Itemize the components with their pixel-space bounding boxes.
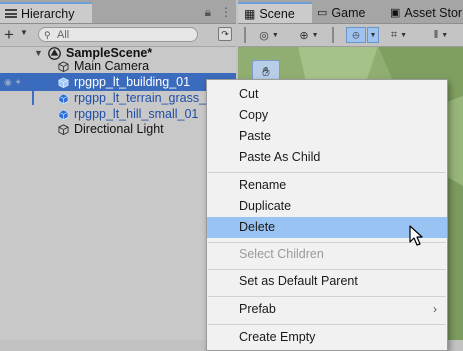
increment-dropdown[interactable]: ‖ ▼ bbox=[428, 27, 454, 43]
lock-icon[interactable]: 🔒︎ bbox=[205, 5, 211, 20]
more-options-icon[interactable]: ⋮ bbox=[220, 5, 232, 20]
tab-scene[interactable]: ▦ Scene bbox=[238, 2, 312, 23]
scene-grid-icon: ▦ bbox=[244, 6, 256, 21]
hierarchy-panel: Hierarchy 🔒︎ ⋮ + ▼ ⚲ ↷ ▼ SampleScene* Ma… bbox=[0, 0, 236, 340]
chevron-right-icon: › bbox=[433, 302, 437, 316]
hierarchy-item-label: rpgpp_lt_terrain_grass_01 bbox=[74, 91, 220, 105]
hierarchy-item-label: Main Camera bbox=[74, 59, 150, 73]
search-icon: ⚲ bbox=[44, 30, 51, 40]
game-controller-icon: ▭ bbox=[317, 7, 328, 19]
menu-item-create-empty[interactable]: Create Empty bbox=[207, 327, 447, 348]
mouse-cursor-icon bbox=[409, 225, 423, 246]
menu-item-copy[interactable]: Copy bbox=[207, 105, 447, 126]
tab-controls: 🔒︎ ⋮ bbox=[205, 5, 232, 20]
tab-game-label: Game bbox=[331, 5, 366, 20]
foldout-arrow-icon[interactable]: ▼ bbox=[34, 48, 44, 58]
chevron-down-icon: ▼ bbox=[400, 31, 408, 39]
gameobject-icon bbox=[58, 123, 69, 135]
hierarchy-item-label: Directional Light bbox=[74, 122, 164, 136]
hierarchy-item-label: rpgpp_lt_hill_small_01 bbox=[74, 107, 199, 121]
menu-icon bbox=[5, 9, 17, 18]
scene-toolbar: ◎ ▼ ⊕ ▼ ⦺ ▼ ⌗ ▼ ‖ ▼ bbox=[238, 24, 463, 47]
menu-item-select-children: Select Children bbox=[239, 247, 324, 261]
visibility-toggle-icon[interactable]: ◉ ✦ bbox=[0, 73, 28, 91]
prefab-icon bbox=[58, 93, 69, 104]
prefab-icon bbox=[58, 109, 69, 120]
add-icon[interactable]: + bbox=[4, 25, 14, 45]
menu-item-duplicate[interactable]: Duplicate bbox=[207, 196, 447, 217]
chevron-down-icon: ▼ bbox=[441, 31, 449, 39]
chevron-down-icon: ▼ bbox=[271, 31, 279, 39]
ruler-icon: ‖ bbox=[433, 29, 439, 41]
chevron-down-icon[interactable]: ▼ bbox=[367, 27, 379, 43]
add-dropdown-icon[interactable]: ▼ bbox=[20, 28, 28, 37]
prefab-icon bbox=[58, 77, 69, 88]
search-filter-icon[interactable]: ↷ bbox=[218, 27, 232, 41]
toolbar-grip-icon bbox=[244, 27, 250, 43]
scene-tab-bar: ▦ Scene ▭ Game ▣ Asset Stor bbox=[238, 0, 463, 24]
tab-game[interactable]: ▭ Game bbox=[317, 2, 365, 23]
gizmo-dropdown[interactable]: ⊕ ▼ bbox=[294, 27, 324, 43]
tab-hierarchy[interactable]: Hierarchy bbox=[0, 2, 92, 23]
search-input[interactable] bbox=[57, 28, 193, 41]
menu-item-paste[interactable]: Paste bbox=[207, 126, 447, 147]
selection-marker bbox=[32, 91, 34, 105]
draw-mode-dropdown[interactable]: ◎ ▼ bbox=[256, 27, 282, 43]
menu-item-set-default-parent[interactable]: Set as Default Parent bbox=[207, 271, 447, 292]
globe-icon: ⊕ bbox=[299, 29, 309, 42]
tab-hierarchy-label: Hierarchy bbox=[21, 6, 75, 21]
hierarchy-tab-bar: Hierarchy 🔒︎ ⋮ bbox=[0, 0, 236, 24]
tab-asset-store[interactable]: ▣ Asset Stor bbox=[390, 2, 462, 23]
grid-dropdown[interactable]: ⌗ ▼ bbox=[386, 27, 412, 43]
menu-item-prefab-label: Prefab bbox=[239, 302, 276, 316]
camera-icon: ◎ bbox=[259, 29, 269, 42]
toolbar-divider bbox=[332, 27, 338, 43]
hierarchy-item-label: rpgpp_lt_building_01 bbox=[74, 75, 191, 89]
menu-item-prefab[interactable]: Prefab › bbox=[207, 299, 447, 320]
snap-toggle-icon[interactable]: ⦺ bbox=[346, 27, 366, 43]
menu-item-cut[interactable]: Cut bbox=[207, 84, 447, 105]
tab-asset-store-label: Asset Stor bbox=[404, 5, 463, 20]
tab-scene-label: Scene bbox=[259, 6, 295, 21]
search-field[interactable]: ⚲ bbox=[38, 27, 198, 42]
context-menu: Cut Copy Paste Paste As Child Rename Dup… bbox=[206, 79, 448, 351]
chevron-down-icon: ▼ bbox=[311, 31, 319, 39]
menu-separator bbox=[208, 324, 446, 325]
grid-icon: ⌗ bbox=[390, 28, 398, 41]
menu-item-rename[interactable]: Rename bbox=[207, 175, 447, 196]
menu-separator bbox=[208, 172, 446, 173]
gameobject-icon bbox=[58, 60, 69, 72]
menu-item-paste-as-child[interactable]: Paste As Child bbox=[207, 147, 447, 168]
menu-separator bbox=[208, 296, 446, 297]
menu-separator bbox=[208, 269, 446, 270]
asset-store-icon: ▣ bbox=[390, 7, 401, 19]
